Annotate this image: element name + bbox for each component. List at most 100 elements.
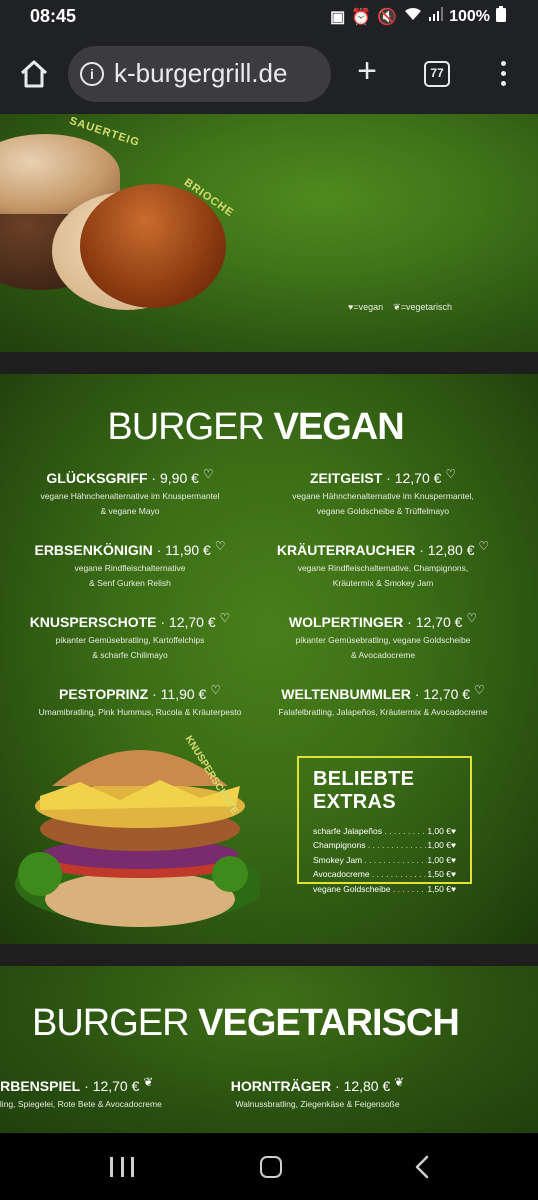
item-desc: Umamibratling, Pink Hummus, Rucola & Krä… bbox=[38, 707, 242, 717]
address-bar[interactable]: i k-burgergrill.de bbox=[68, 46, 331, 102]
extras-list: scharfe Jalapeños . . . . . . . . . . . … bbox=[313, 824, 456, 896]
title-thin: BURGER bbox=[107, 406, 265, 448]
menu-item-knusperschote: KNUSPERSCHOTE · 12,70 € ♡ pikanter Gemüs… bbox=[15, 611, 245, 663]
menu-item-wolpertinger: WOLPERTINGER · 12,70 € ♡ pikanter Gemüse… bbox=[268, 611, 498, 663]
home-nav-button[interactable] bbox=[260, 1156, 282, 1178]
item-desc: Kräutermix & Smokey Jam bbox=[332, 578, 434, 588]
item-desc: vegane Goldscheibe & Trüffelmayo bbox=[316, 506, 450, 516]
back-button[interactable] bbox=[414, 1155, 430, 1179]
item-price: 12,70 € bbox=[92, 1078, 140, 1094]
item-desc: vegane Rindfleischalternative bbox=[74, 563, 186, 573]
item-name: ERBSENKÖNIGIN bbox=[34, 542, 153, 558]
item-price: 12,70 € bbox=[394, 470, 442, 486]
item-name: ZEITGEIST bbox=[309, 470, 383, 486]
diet-legend: ♥=vegan ❦=vegetarisch bbox=[348, 302, 452, 313]
status-bar: 08:45 ▣ ⏰ 🔇 100% bbox=[0, 0, 538, 34]
vegan-heart-icon: ♡ bbox=[478, 539, 490, 553]
item-price: 9,90 € bbox=[159, 470, 199, 486]
status-time: 08:45 bbox=[30, 6, 77, 26]
vegan-heart-icon: ♡ bbox=[466, 611, 478, 625]
menu-item-weltenbummler: WELTENBUMMLER · 12,70 € ♡ Falafelbratlin… bbox=[268, 683, 498, 720]
menu-item-gluecksgriff: GLÜCKSGRIFF · 9,90 € ♡ vegane Hähnchenal… bbox=[15, 467, 245, 519]
extras-row: Champignons . . . . . . . . . . . . . . … bbox=[313, 838, 456, 852]
status-icons: ▣ ⏰ 🔇 100% bbox=[330, 6, 506, 27]
item-name: KRÄUTERRAUCHER bbox=[276, 542, 416, 558]
signal-icon bbox=[429, 7, 444, 26]
vegan-heart-icon: ♥ bbox=[450, 854, 456, 865]
item-price: 11,90 € bbox=[165, 542, 211, 558]
menu-item-farbenspiel: ARBENSPIEL · 12,70 € ❦ ratling, Spiegele… bbox=[0, 1075, 180, 1112]
vegan-section-title: BURGER VEGAN bbox=[0, 406, 511, 449]
vegan-heart-icon: ♡ bbox=[219, 611, 231, 625]
item-desc: vegane Rindfleischalternative, Champigno… bbox=[297, 563, 469, 573]
extra-price: 1,50 € bbox=[427, 883, 451, 894]
vegetarian-leaf-icon: ❦ bbox=[393, 302, 401, 312]
menu-item-zeitgeist: ZEITGEIST · 12,70 € ♡ vegane Hähnchenalt… bbox=[268, 467, 498, 519]
mute-icon: 🔇 bbox=[377, 8, 398, 26]
section-divider bbox=[0, 352, 538, 374]
title-thin: BURGER bbox=[32, 1002, 190, 1044]
section-divider bbox=[0, 944, 538, 966]
back-icon bbox=[415, 1155, 429, 1179]
more-menu-button[interactable] bbox=[496, 58, 510, 90]
system-navigation-bar bbox=[0, 1133, 538, 1200]
new-tab-button[interactable]: + bbox=[352, 54, 382, 88]
vegan-heart-icon: ♡ bbox=[473, 683, 485, 697]
extra-price: 1,00 € bbox=[427, 826, 451, 836]
item-desc: vegane Hähnchenalternative im Knusperman… bbox=[292, 491, 474, 501]
item-price: 11,90 € bbox=[160, 686, 207, 702]
vegan-heart-icon: ♥ bbox=[450, 840, 456, 851]
bun-banner-image: SAUERTEIG BRIOCHE ♥=vegan ❦=vegetarisch bbox=[0, 114, 538, 352]
vegan-heart-icon: ♡ bbox=[445, 467, 457, 481]
extras-row: Avocadocreme . . . . . . . . . . . . . .… bbox=[313, 867, 456, 881]
browser-toolbar: i k-burgergrill.de + 77 bbox=[0, 34, 538, 114]
knusperschote-burger-image bbox=[15, 750, 260, 927]
extra-name: vegane Goldscheibe bbox=[313, 883, 391, 894]
item-price: 12,70 € bbox=[168, 614, 216, 630]
item-price: 12,80 € bbox=[427, 542, 475, 558]
item-name: GLÜCKSGRIFF bbox=[46, 470, 148, 486]
tab-switcher-button[interactable]: 77 bbox=[424, 61, 450, 87]
home-icon bbox=[20, 60, 48, 88]
recent-apps-button[interactable] bbox=[110, 1157, 134, 1177]
item-desc: & vegane Mayo bbox=[100, 506, 160, 516]
item-desc: ratling, Spiegelei, Rote Bete & Avocadoc… bbox=[0, 1099, 162, 1109]
extra-price: 1,00 € bbox=[427, 854, 451, 865]
item-desc: Walnussbratling, Ziegenkäse & Feigensoße bbox=[235, 1099, 400, 1109]
url-text: k-burgergrill.de bbox=[114, 58, 288, 88]
page-content[interactable]: SAUERTEIG BRIOCHE ♥=vegan ❦=vegetarisch … bbox=[0, 114, 538, 1133]
item-price: 12,70 € bbox=[423, 686, 471, 702]
extra-name: Avocadocreme bbox=[313, 869, 370, 880]
item-desc: Falafelbratling, Jalapeños, Kräutermix &… bbox=[278, 707, 488, 717]
item-desc: pikanter Gemüsebratling, vegane Goldsche… bbox=[295, 635, 471, 645]
title-bold: VEGETARISCH bbox=[198, 1002, 460, 1044]
extra-price: 1,50 € bbox=[427, 869, 451, 880]
item-name: KNUSPERSCHOTE bbox=[29, 614, 157, 630]
item-name: ARBENSPIEL bbox=[0, 1078, 81, 1094]
item-desc: & scharfe Chilimayo bbox=[92, 650, 168, 660]
info-icon[interactable]: i bbox=[80, 62, 104, 86]
popular-extras-box: BELIEBTE EXTRAS scharfe Jalapeños . . . … bbox=[297, 756, 472, 894]
vegetarian-section-title: BURGER VEGETARISCH bbox=[32, 1002, 460, 1045]
item-name: WOLPERTINGER bbox=[288, 614, 404, 630]
menu-item-kraeuterraucher: KRÄUTERRAUCHER · 12,80 € ♡ vegane Rindfl… bbox=[268, 539, 498, 591]
vegan-heart-icon: ♥ bbox=[450, 869, 456, 880]
item-name: PESTOPRINZ bbox=[59, 686, 149, 702]
item-price: 12,80 € bbox=[343, 1078, 391, 1094]
title-bold: VEGAN bbox=[273, 406, 405, 448]
vibrate-icon: ▣ bbox=[330, 8, 346, 26]
vegetarian-leaf-icon: ❦ bbox=[394, 1075, 405, 1089]
extras-title: BELIEBTE EXTRAS bbox=[313, 768, 415, 813]
home-button[interactable] bbox=[18, 58, 50, 90]
item-desc: & Senf Gurken Relish bbox=[89, 578, 171, 588]
item-name: WELTENBUMMLER bbox=[281, 686, 411, 702]
vegan-menu-image: BURGER VEGAN GLÜCKSGRIFF · 9,90 € ♡ vega… bbox=[0, 374, 538, 944]
extras-row: scharfe Jalapeños . . . . . . . . . . . … bbox=[313, 824, 456, 838]
vegetarian-leaf-icon: ❦ bbox=[143, 1075, 154, 1089]
vegan-heart-icon: ♡ bbox=[210, 683, 221, 697]
vegan-heart-icon: ♡ bbox=[202, 467, 214, 481]
menu-item-pestoprinz: PESTOPRINZ · 11,90 € ♡ Umamibratling, Pi… bbox=[15, 683, 265, 720]
menu-item-horntraeger: HORNTRÄGER · 12,80 € ❦ Walnussbratling, … bbox=[230, 1075, 405, 1112]
extra-name: Smokey Jam bbox=[313, 854, 363, 865]
wifi-icon bbox=[403, 6, 423, 27]
